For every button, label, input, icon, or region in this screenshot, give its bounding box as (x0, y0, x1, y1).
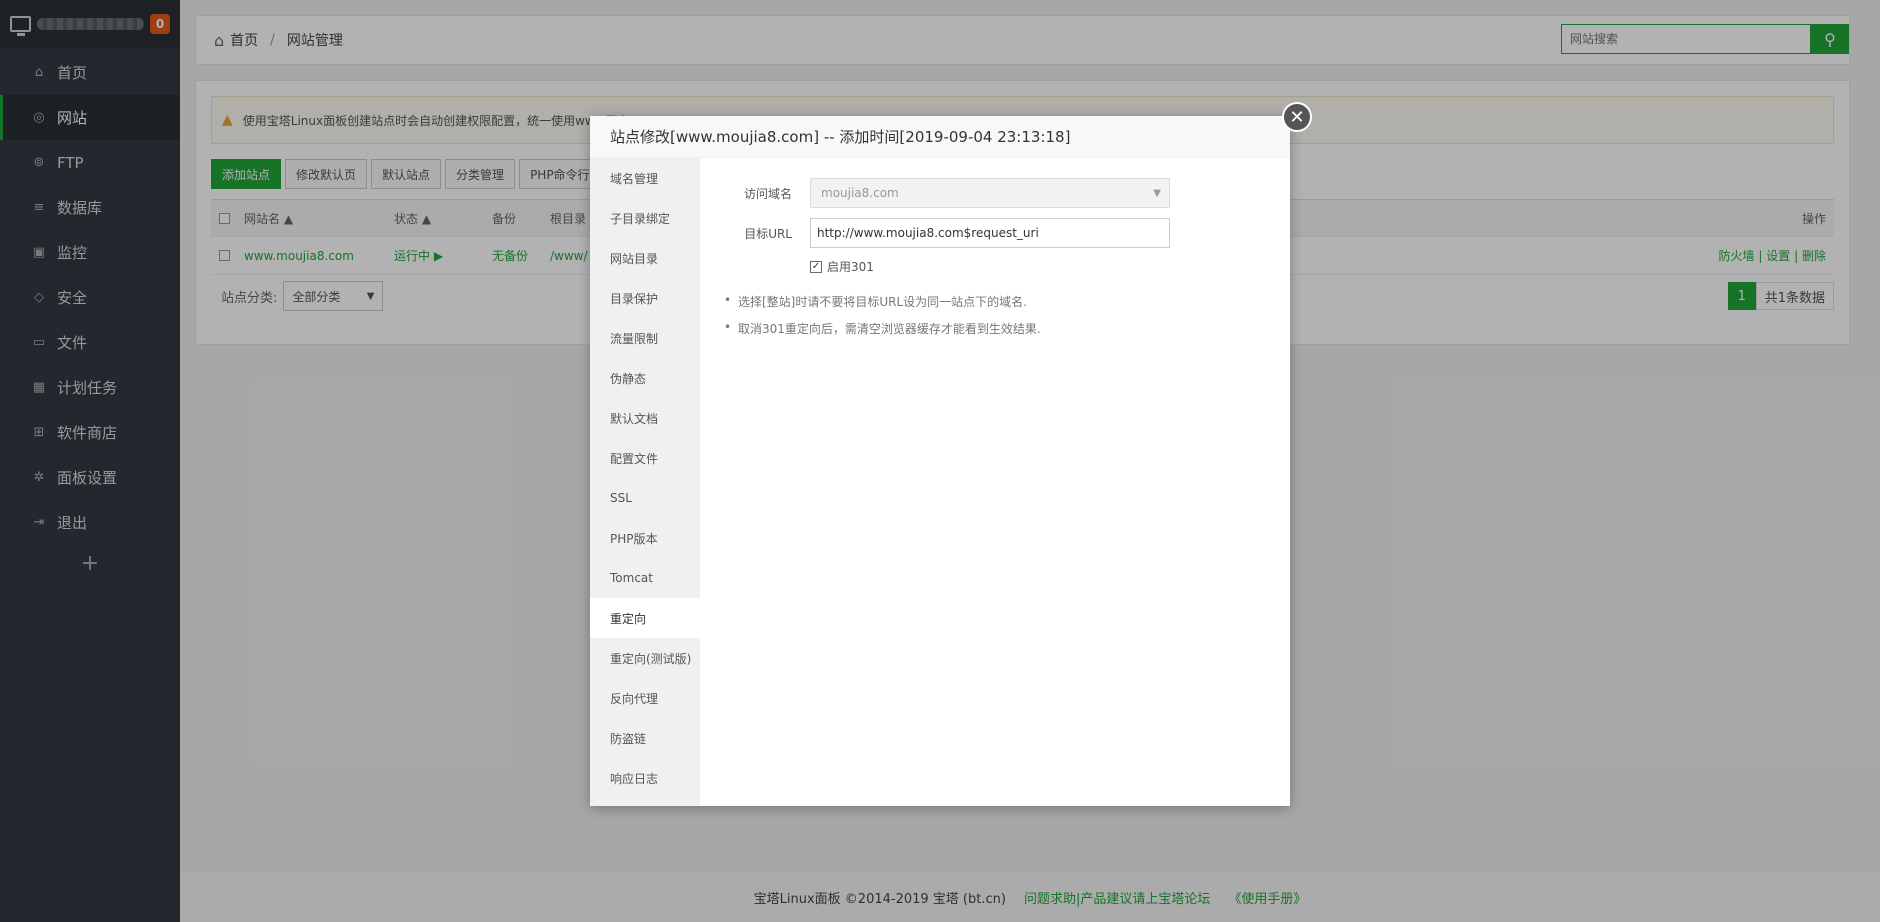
modal-tab[interactable]: PHP版本 (590, 518, 700, 558)
domain-row: 访问域名 moujia8.com ▼ (724, 178, 1266, 208)
modal-tab[interactable]: 域名管理 (590, 158, 700, 198)
modal-tab[interactable]: 反向代理 (590, 678, 700, 718)
modal-tab[interactable]: 默认文档 (590, 398, 700, 438)
chevron-down-icon: ▼ (1153, 187, 1161, 199)
modal-tab[interactable]: 响应日志 (590, 758, 700, 798)
url-row: 目标URL (724, 218, 1266, 248)
modal-tab[interactable]: 伪静态 (590, 358, 700, 398)
modal-tab[interactable]: 重定向 (590, 598, 700, 638)
modal-tab[interactable]: SSL (590, 478, 700, 518)
close-icon[interactable]: ✕ (1282, 102, 1312, 132)
modal-tab[interactable]: 流量限制 (590, 318, 700, 358)
modal-title: 站点修改[www.moujia8.com] -- 添加时间[2019-09-04… (590, 116, 1290, 158)
enable-301-row: ✓ 启用301 (810, 258, 1266, 275)
redirect-panel: 访问域名 moujia8.com ▼ 目标URL ✓ 启用301 选择[整站]时… (700, 158, 1290, 806)
domain-select[interactable]: moujia8.com ▼ (810, 178, 1170, 208)
modal-tab[interactable]: 配置文件 (590, 438, 700, 478)
domain-value: moujia8.com (821, 186, 899, 200)
enable-301-checkbox[interactable]: ✓ (810, 260, 822, 273)
domain-label: 访问域名 (743, 186, 792, 201)
modal-tab[interactable]: 目录保护 (590, 278, 700, 318)
modal-tab[interactable]: Tomcat (590, 558, 700, 598)
tip-item: 选择[整站]时请不要将目标URL设为同一站点下的域名. (724, 293, 1266, 310)
modal-tab[interactable]: 重定向(测试版) (590, 638, 700, 678)
site-edit-modal: 站点修改[www.moujia8.com] -- 添加时间[2019-09-04… (590, 102, 1312, 806)
modal-tab[interactable]: 网站目录 (590, 238, 700, 278)
enable-301-label[interactable]: 启用301 (827, 258, 874, 275)
modal-tab[interactable]: 防盗链 (590, 718, 700, 758)
modal-tab[interactable]: 子目录绑定 (590, 198, 700, 238)
modal-tabs: 域名管理 子目录绑定 网站目录 目录保护 流量限制 伪静态 默认文档 配置文件 SSL PHP版本… (590, 158, 700, 806)
tips-list: 选择[整站]时请不要将目标URL设为同一站点下的域名. 取消301重定向后，需清… (724, 293, 1266, 337)
tip-item: 取消301重定向后，需清空浏览器缓存才能看到生效结果. (724, 320, 1266, 337)
target-url-input[interactable] (810, 218, 1170, 248)
target-url-label: 目标URL (744, 226, 792, 241)
